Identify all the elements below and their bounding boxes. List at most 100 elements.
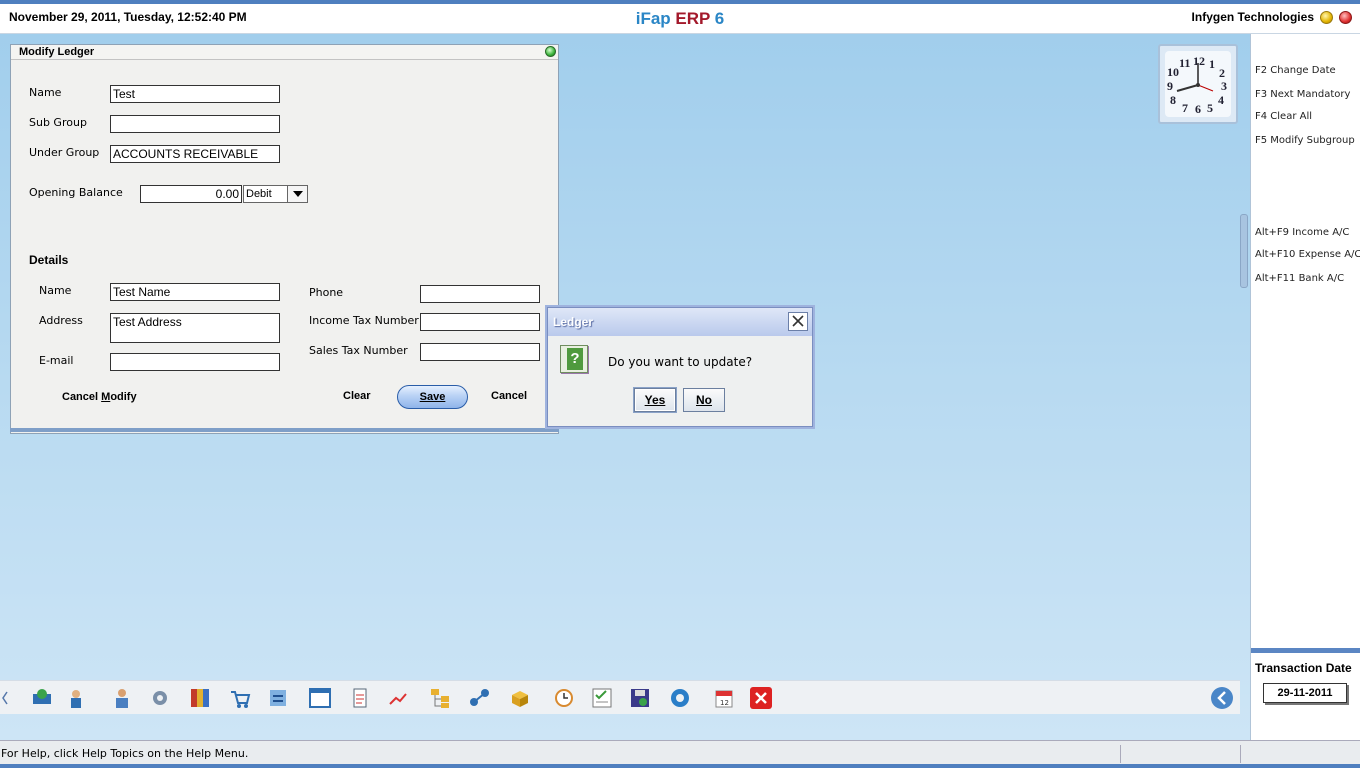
checklist-icon[interactable] (590, 686, 614, 710)
no-button[interactable]: No (683, 388, 725, 412)
balance-type-value: Debit (246, 188, 272, 200)
subgroup-field[interactable] (110, 115, 280, 133)
income-tax-label: Income Tax Number (309, 314, 419, 327)
clock-numeral-5: 5 (1207, 101, 1213, 115)
dialog-message: Do you want to update? (608, 355, 753, 369)
customer-icon[interactable] (66, 686, 90, 710)
save-button[interactable]: Save (397, 385, 468, 409)
transaction-date-value[interactable]: 29-11-2011 (1263, 683, 1347, 703)
close-icon (792, 315, 804, 327)
masters-icon[interactable] (30, 686, 54, 710)
package-icon[interactable] (508, 686, 532, 710)
app-title-erp: ERP (675, 9, 711, 28)
dialog-title: Ledger (553, 315, 594, 329)
dialog-title-bar: Ledger (548, 308, 812, 336)
sales-tax-label: Sales Tax Number (309, 344, 408, 357)
address-label: Address (39, 314, 83, 327)
tree-icon[interactable] (428, 686, 452, 710)
question-icon: ? (560, 345, 588, 373)
clock-face: 12 1 2 3 4 5 6 7 8 9 10 11 (1165, 51, 1231, 117)
ledger-title: Modify Ledger (19, 46, 95, 58)
calendar-icon[interactable]: 12 (712, 686, 736, 710)
detail-name-field[interactable]: Test Name (110, 283, 280, 301)
chevron-down-icon[interactable] (287, 186, 307, 202)
confirm-dialog: Ledger ? Do you want to update? Yes No (547, 307, 813, 427)
close-app-button[interactable] (1339, 11, 1352, 24)
header-bar: November 29, 2011, Tuesday, 12:52:40 PM … (0, 4, 1360, 34)
clock-numeral-10: 10 (1167, 65, 1179, 79)
clock-hand-icon[interactable] (552, 686, 576, 710)
cancel-modify-text-b: odify (110, 391, 137, 403)
clear-button[interactable]: Clear (343, 390, 371, 402)
shortcut-income-ac[interactable]: Alt+F9 Income A/C (1255, 227, 1349, 238)
svg-text:12: 12 (720, 699, 729, 707)
undergroup-field[interactable]: ACCOUNTS RECEIVABLE (110, 145, 280, 163)
yes-button[interactable]: Yes (634, 388, 676, 412)
clock-numeral-1: 1 (1209, 57, 1215, 71)
name-field[interactable]: Test (110, 85, 280, 103)
app-title-version: 6 (714, 9, 725, 28)
phone-label: Phone (309, 286, 344, 299)
balance-type-select[interactable]: Debit (243, 185, 308, 203)
clock-numeral-11: 11 (1179, 56, 1191, 70)
clock-numeral-4: 4 (1218, 93, 1224, 107)
bottom-border (0, 764, 1360, 768)
shortcut-expense-ac[interactable]: Alt+F10 Expense A/C (1255, 249, 1360, 260)
network-icon[interactable] (468, 686, 492, 710)
clock-numeral-12: 12 (1193, 54, 1205, 68)
sales-tax-field[interactable] (420, 343, 540, 361)
document-icon[interactable] (348, 686, 372, 710)
window-icon[interactable] (308, 686, 332, 710)
shortcut-bank-ac[interactable]: Alt+F11 Bank A/C (1255, 273, 1344, 284)
shortcut-modify-subgroup[interactable]: F5 Modify Subgroup (1255, 135, 1355, 146)
gear-icon[interactable] (668, 686, 692, 710)
address-field[interactable]: Test Address (110, 313, 280, 343)
clock-numeral-9: 9 (1167, 79, 1173, 93)
transaction-date-label: Transaction Date (1255, 661, 1352, 675)
bottom-toolbar: 12 (0, 680, 1240, 714)
cancel-button[interactable]: Cancel (491, 390, 527, 402)
ledger-window-button[interactable] (545, 46, 556, 57)
close-icon[interactable] (749, 686, 773, 710)
company-name: Infygen Technologies (1191, 10, 1314, 24)
dialog-close-button[interactable] (788, 312, 808, 331)
users-icon[interactable] (110, 686, 134, 710)
clock-numeral-3: 3 (1221, 79, 1227, 93)
clock-numeral-6: 6 (1195, 102, 1201, 116)
app-title: iFap ERP 6 (0, 9, 1360, 29)
clock-numeral-8: 8 (1170, 93, 1176, 107)
ledger-title-bar: Modify Ledger (11, 45, 558, 60)
chart-icon[interactable] (386, 686, 410, 710)
app-title-prefix: iFap (635, 9, 671, 28)
shortcut-clear-all[interactable]: F4 Clear All (1255, 111, 1312, 122)
email-field[interactable] (110, 353, 280, 371)
details-heading: Details (29, 253, 69, 267)
shortcut-next-mandatory[interactable]: F3 Next Mandatory (1255, 89, 1350, 100)
books-icon[interactable] (188, 686, 212, 710)
back-arrow-icon[interactable] (1210, 686, 1234, 710)
panel-splitter-handle[interactable] (1240, 214, 1248, 288)
shortcut-change-date[interactable]: F2 Change Date (1255, 65, 1336, 76)
income-tax-field[interactable] (420, 313, 540, 331)
phone-field[interactable] (420, 285, 540, 303)
email-label: E-mail (39, 354, 74, 367)
minimize-button[interactable] (1320, 11, 1333, 24)
cancel-modify-button[interactable]: Cancel Modify (62, 391, 137, 403)
scroll-left-icon[interactable] (0, 686, 10, 710)
clock-numeral-7: 7 (1182, 101, 1188, 115)
transaction-divider (1251, 648, 1360, 653)
detail-name-label: Name (39, 284, 72, 297)
status-divider (1240, 745, 1241, 763)
settings-gear-icon[interactable] (148, 686, 172, 710)
opening-balance-field[interactable]: 0.00 (140, 185, 242, 203)
transfer-icon[interactable] (266, 686, 290, 710)
undergroup-label: Under Group (29, 146, 100, 159)
modify-ledger-window: Modify Ledger Name Test Sub Group Under … (10, 44, 559, 434)
shortcut-panel: F2 Change Date F3 Next Mandatory F4 Clea… (1250, 34, 1360, 740)
save-disk-icon[interactable] (628, 686, 652, 710)
subgroup-label: Sub Group (29, 116, 87, 129)
status-divider (1120, 745, 1121, 763)
cart-icon[interactable] (228, 686, 252, 710)
status-help-text: For Help, click Help Topics on the Help … (1, 747, 249, 760)
cancel-modify-mnemonic: M (101, 391, 111, 403)
